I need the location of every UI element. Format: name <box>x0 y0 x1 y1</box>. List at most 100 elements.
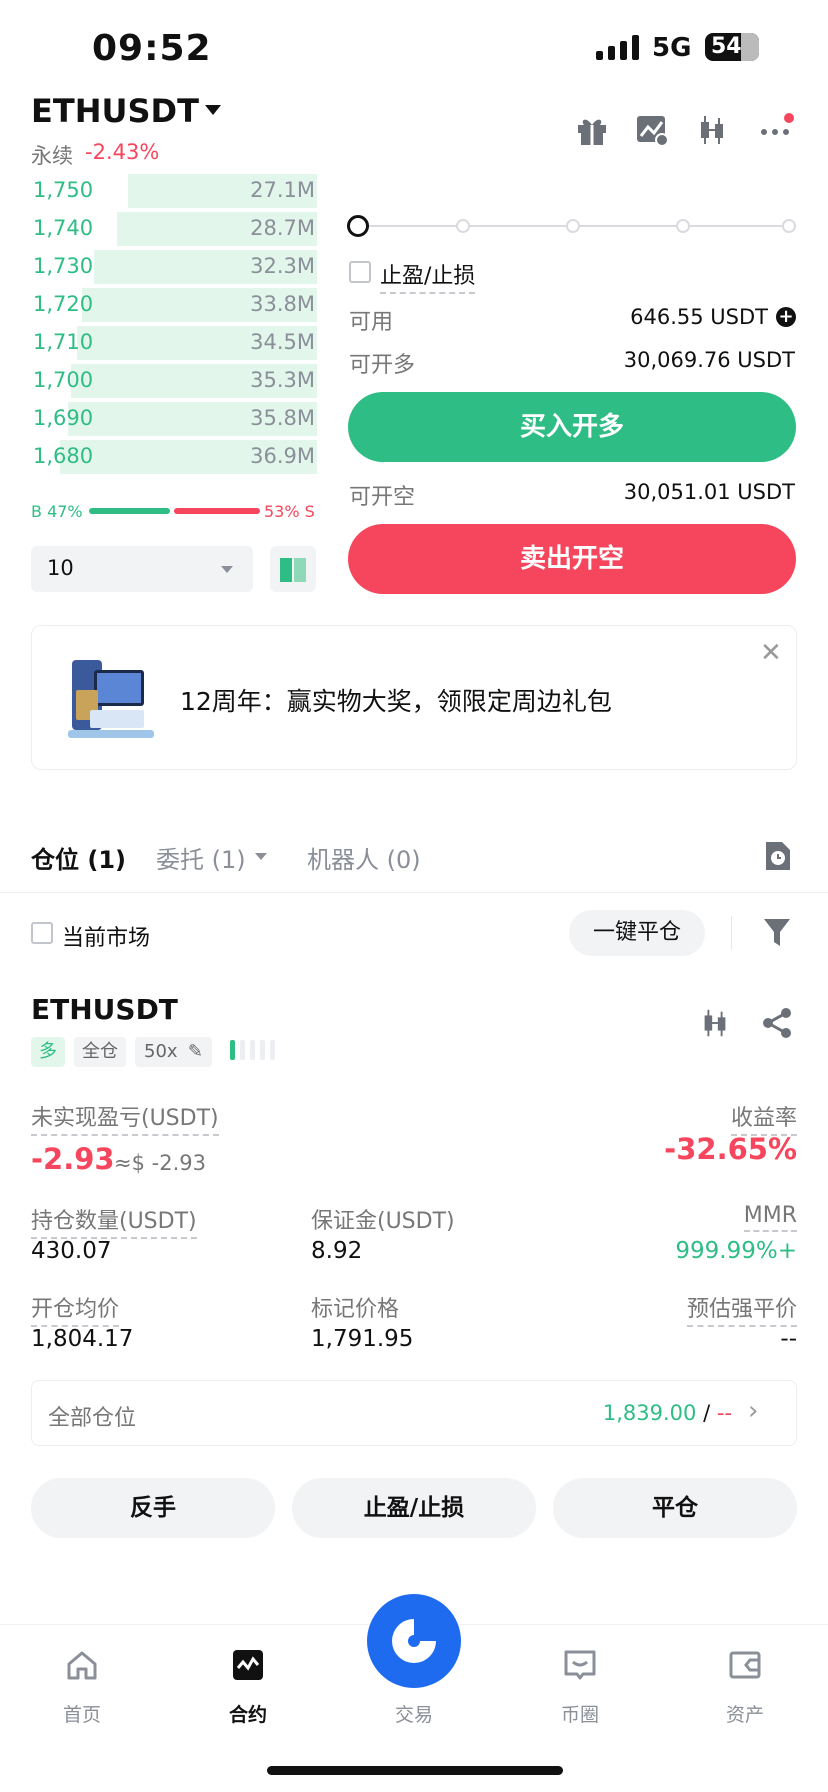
chart-alert-icon[interactable] <box>634 112 670 148</box>
order-book-price: 1,750 <box>33 178 94 202</box>
tp-sl-label[interactable]: 止盈/止损 <box>380 258 476 294</box>
tp-sl-checkbox[interactable] <box>349 261 371 283</box>
nav-trade-button[interactable] <box>367 1594 461 1688</box>
slider-step[interactable] <box>782 219 796 233</box>
edit-icon: ✎ <box>187 1041 203 1062</box>
book-layout-button[interactable] <box>270 546 316 592</box>
mark-price-value: 1,791.95 <box>311 1326 414 1352</box>
chevron-right-icon[interactable]: › <box>748 1396 758 1426</box>
tp-sl-button[interactable]: 止盈/止损 <box>292 1478 536 1538</box>
leverage-tag[interactable]: 50x ✎ <box>135 1037 212 1067</box>
chevron-down-icon[interactable] <box>255 853 267 860</box>
candlestick-icon[interactable] <box>694 112 730 148</box>
prize-illustration <box>68 660 154 738</box>
banner-text: 12周年：赢实物大奖，领限定周边礼包 <box>180 687 612 716</box>
leverage-value: 50x <box>144 1041 178 1062</box>
order-book-price: 1,740 <box>33 216 94 240</box>
slider-knob[interactable] <box>347 215 369 237</box>
wallet-icon <box>729 1651 761 1679</box>
nav-feed[interactable]: 币圈 <box>520 1648 640 1727</box>
order-book-row[interactable]: 1,710 34.5M <box>31 326 317 364</box>
tab-orders[interactable]: 委托 (1) <box>156 840 246 875</box>
mark-price-label: 标记价格 <box>311 1297 400 1322</box>
nav-futures[interactable]: 合约 <box>188 1648 308 1727</box>
order-book-row[interactable]: 1,720 33.8M <box>31 288 317 326</box>
sell-ratio-bar <box>174 508 260 514</box>
close-all-button[interactable]: 一键平仓 <box>569 910 705 956</box>
candlestick-icon[interactable] <box>698 1006 732 1040</box>
signal-icon <box>596 34 639 60</box>
liq-price-value: -- <box>780 1326 797 1352</box>
order-book-row[interactable]: 1,700 35.3M <box>31 364 317 402</box>
nav-home-label: 首页 <box>62 1704 101 1726</box>
can-long-label: 可开多 <box>349 353 416 378</box>
tab-bots[interactable]: 机器人 (0) <box>307 840 421 875</box>
slider-step[interactable] <box>456 219 470 233</box>
filter-divider <box>731 916 732 950</box>
nav-trade-label: 交易 <box>394 1704 433 1726</box>
size-label[interactable]: 持仓数量(USDT) <box>31 1203 197 1239</box>
nav-assets-label: 资产 <box>725 1704 764 1726</box>
trade-icon <box>392 1619 436 1663</box>
nav-assets[interactable]: 资产 <box>685 1648 805 1727</box>
home-indicator <box>267 1766 563 1775</box>
order-book-qty: 34.5M <box>250 330 315 354</box>
current-market-checkbox[interactable] <box>31 922 53 944</box>
can-short-label: 可开空 <box>349 485 416 510</box>
chevron-down-icon[interactable] <box>205 105 221 115</box>
unrealized-pnl-label[interactable]: 未实现盈亏(USDT) <box>31 1100 219 1136</box>
order-book-price: 1,700 <box>33 368 94 392</box>
entry-price-value: 1,804.17 <box>31 1326 134 1352</box>
depth-select[interactable]: 10 <box>31 546 253 592</box>
adl-indicator <box>230 1040 275 1060</box>
unrealized-pnl-usd: ≈$ -2.93 <box>114 1151 206 1175</box>
tab-positions[interactable]: 仓位 (1) <box>31 840 126 875</box>
position-symbol[interactable]: ETHUSDT <box>31 993 178 1026</box>
roe-label[interactable]: 收益率 <box>730 1100 797 1136</box>
margin-mode-tag: 全仓 <box>74 1037 126 1067</box>
gift-icon[interactable] <box>574 112 610 148</box>
buy-ratio-bar <box>89 508 170 514</box>
margin-label: 保证金(USDT) <box>311 1209 455 1234</box>
slider-step[interactable] <box>566 219 580 233</box>
order-book-price: 1,680 <box>33 444 94 468</box>
reverse-button[interactable]: 反手 <box>31 1478 275 1538</box>
nav-home[interactable]: 首页 <box>22 1648 142 1727</box>
order-book-qty: 33.8M <box>250 292 315 316</box>
order-book-row[interactable]: 1,690 35.8M <box>31 402 317 440</box>
tabs-divider <box>0 892 828 893</box>
current-market-label[interactable]: 当前市场 <box>62 920 150 952</box>
order-book-row[interactable]: 1,750 27.1M <box>31 174 317 212</box>
nav-futures-label: 合约 <box>228 1704 267 1726</box>
available-value: 646.55 USDT <box>630 305 768 329</box>
futures-icon <box>233 1650 263 1680</box>
buy-long-button[interactable]: 买入开多 <box>348 392 796 462</box>
close-icon[interactable]: ✕ <box>760 638 782 668</box>
order-book-price: 1,730 <box>33 254 94 278</box>
slider-step[interactable] <box>676 219 690 233</box>
nav-feed-label: 币圈 <box>560 1704 599 1726</box>
order-book-row[interactable]: 1,740 28.7M <box>31 212 317 250</box>
sell-short-button[interactable]: 卖出开空 <box>348 524 796 594</box>
network-label: 5G <box>652 33 692 63</box>
transfer-plus-icon[interactable]: + <box>776 307 796 327</box>
more-icon[interactable] <box>758 112 794 148</box>
mmr-label[interactable]: MMR <box>743 1203 797 1232</box>
order-book-qty: 32.3M <box>250 254 315 278</box>
order-book-row[interactable]: 1,680 36.9M <box>31 440 317 478</box>
order-book-qty: 27.1M <box>250 178 315 202</box>
filter-icon[interactable] <box>762 916 792 948</box>
margin-value: 8.92 <box>311 1238 363 1264</box>
side-tag: 多 <box>31 1037 65 1067</box>
battery-level: 54 <box>711 34 742 59</box>
history-icon[interactable] <box>762 840 792 872</box>
close-position-button[interactable]: 平仓 <box>553 1478 797 1538</box>
order-book-price: 1,690 <box>33 406 94 430</box>
share-icon[interactable] <box>760 1006 794 1040</box>
status-time: 09:52 <box>92 28 212 69</box>
liq-price-label[interactable]: 预估强平价 <box>686 1291 797 1327</box>
symbol-selector[interactable]: ETHUSDT <box>31 92 199 130</box>
order-book-row[interactable]: 1,730 32.3M <box>31 250 317 288</box>
all-positions-suffix: -- <box>716 1401 732 1425</box>
entry-price-label[interactable]: 开仓均价 <box>31 1291 120 1327</box>
